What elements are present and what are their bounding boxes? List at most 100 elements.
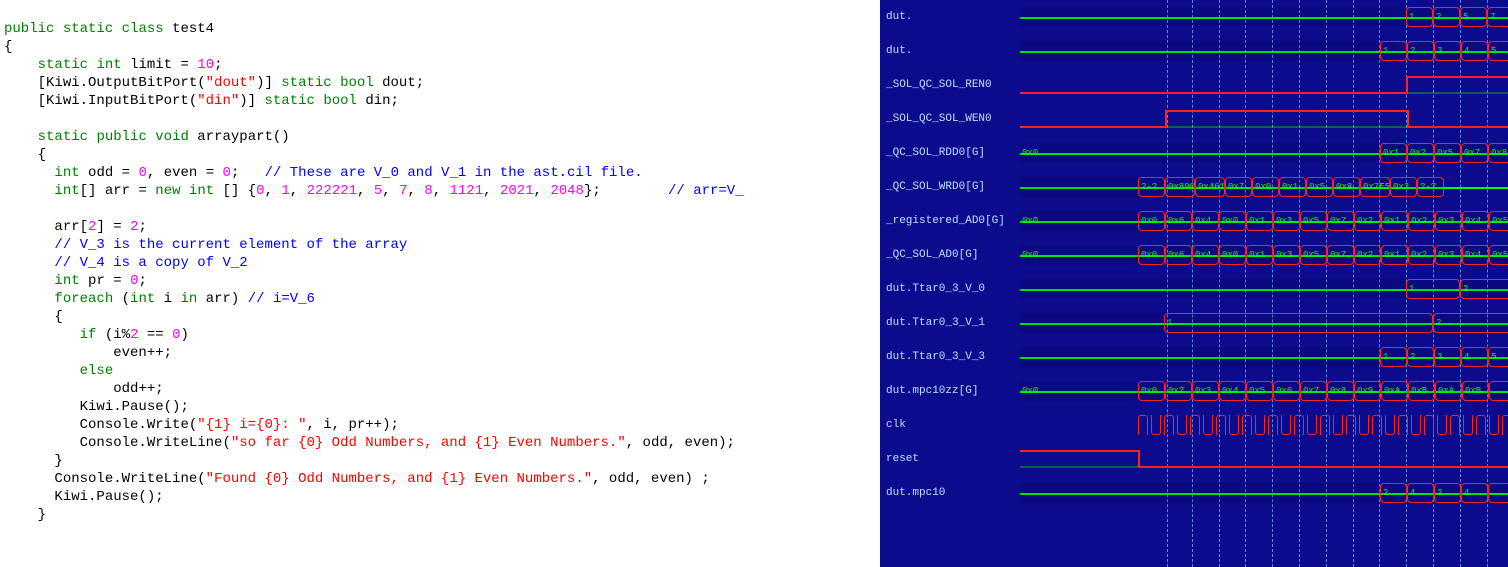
- id: dout: [382, 75, 416, 91]
- wave-row[interactable]: dut.mpc10zz[G]0x00x00x20x30x40x50x60x70x…: [880, 374, 1508, 408]
- wave-row[interactable]: _QC_SOL_AD0[G]0x00x00x60x40x00x10x30x50x…: [880, 238, 1508, 272]
- id: odd: [113, 381, 138, 397]
- signal-edge: [1406, 76, 1408, 94]
- br: []: [80, 183, 97, 199]
- signal-label[interactable]: clk: [880, 419, 1020, 431]
- bus-value: 5: [1460, 7, 1487, 27]
- waveform-viewer[interactable]: dut.12578112120212048dut.123456789_SOL_Q…: [880, 0, 1508, 567]
- op: ++;: [147, 345, 172, 361]
- bus-value: 0x5: [1489, 211, 1508, 231]
- bus-value: 0x2: [1408, 211, 1435, 231]
- wave-area[interactable]: 12345: [1020, 272, 1508, 306]
- wave-area[interactable]: [1020, 68, 1508, 102]
- num: 0: [138, 165, 146, 181]
- wave-area[interactable]: 0x00x00x60x40x00x10x30x50x70x20x10x20x30…: [1020, 238, 1508, 272]
- bus-value: [1020, 177, 1138, 197]
- signal-label[interactable]: dut.mpc10: [880, 487, 1020, 499]
- wave-row[interactable]: dut.mpc1024242428: [880, 476, 1508, 510]
- n: 0: [172, 327, 180, 343]
- signal-level: [1406, 76, 1508, 78]
- call: Console.WriteLine(: [80, 435, 231, 451]
- wave-row[interactable]: _QC_SOL_WRD0[G]?-?0x8000x4610x70x00x10x5…: [880, 170, 1508, 204]
- signal-label[interactable]: _QC_SOL_WRD0[G]: [880, 181, 1020, 193]
- clock-tick: [1502, 415, 1508, 435]
- bus-value: 4: [1461, 483, 1488, 503]
- wave-row[interactable]: dut.Ttar0_3_V_3123456789: [880, 340, 1508, 374]
- bus-value: 2: [1433, 7, 1460, 27]
- signal-label[interactable]: _SOL_QC_SOL_WEN0: [880, 113, 1020, 125]
- signal-label[interactable]: _QC_SOL_AD0[G]: [880, 249, 1020, 261]
- wave-area[interactable]: 12578112120212048: [1020, 0, 1508, 34]
- classname: test4: [172, 21, 214, 37]
- wave-area[interactable]: 0x00x00x60x40x00x10x30x50x70x20x10x20x30…: [1020, 204, 1508, 238]
- bus-value: 0x7: [1327, 211, 1354, 231]
- wave-area[interactable]: 1234: [1020, 306, 1508, 340]
- kw: in: [180, 291, 197, 307]
- bus-value: 0xA: [1435, 381, 1462, 401]
- n: 2: [130, 327, 138, 343]
- wave-area[interactable]: 0x00x00x20x30x40x50x60x70x80x90xA0xB0xA0…: [1020, 374, 1508, 408]
- wave-area[interactable]: 24242428: [1020, 476, 1508, 510]
- clock-tick: [1424, 415, 1434, 435]
- signal-label[interactable]: _SOL_QC_SOL_REN0: [880, 79, 1020, 91]
- bus-value: 0x6: [1165, 211, 1192, 231]
- signal-label[interactable]: _QC_SOL_RDD0[G]: [880, 147, 1020, 159]
- wave-area[interactable]: [1020, 442, 1508, 476]
- clock-tick: [1450, 415, 1460, 435]
- signal-label[interactable]: dut.Ttar0_3_V_3: [880, 351, 1020, 363]
- wave-row[interactable]: _QC_SOL_RDD0[G]0x00x10x20x50x70x80x4610x…: [880, 136, 1508, 170]
- clock-tick: [1203, 415, 1213, 435]
- bus-value: 4: [1461, 347, 1488, 367]
- bus-value: 0x0: [1020, 143, 1380, 163]
- n: 2021: [500, 183, 534, 199]
- wave-row[interactable]: dut.123456789: [880, 34, 1508, 68]
- wave-row[interactable]: dut.12578112120212048: [880, 0, 1508, 34]
- wave-area[interactable]: [1020, 102, 1508, 136]
- signal-label[interactable]: reset: [880, 453, 1020, 465]
- wave-area[interactable]: [1020, 408, 1508, 442]
- wave-row[interactable]: dut.Ttar0_3_V_11234: [880, 306, 1508, 340]
- brace: {: [38, 147, 46, 163]
- bus-value: 0x4: [1192, 211, 1219, 231]
- bus-value: 2: [1407, 41, 1434, 61]
- signal-label[interactable]: dut.Ttar0_3_V_1: [880, 317, 1020, 329]
- bus-value: [1020, 483, 1380, 503]
- id: limit: [130, 57, 172, 73]
- bus-value: 0x5: [1489, 245, 1508, 265]
- wave-row[interactable]: _SOL_QC_SOL_REN0: [880, 68, 1508, 102]
- br: [: [80, 219, 88, 235]
- wave-row[interactable]: clk: [880, 408, 1508, 442]
- bus-value: 0x3: [1192, 381, 1219, 401]
- bus-value: 0x5: [1300, 245, 1327, 265]
- clock-tick: [1177, 415, 1187, 435]
- id: even: [113, 345, 147, 361]
- bus-value: 0x2: [1408, 245, 1435, 265]
- clock-tick: [1138, 415, 1148, 435]
- kw: public: [96, 129, 146, 145]
- signal-label[interactable]: dut.: [880, 45, 1020, 57]
- bus-value: [1020, 41, 1380, 61]
- fn: arraypart: [197, 129, 273, 145]
- signal-label[interactable]: _registered_AD0[G]: [880, 215, 1020, 227]
- wave-area[interactable]: ?-?0x8000x4610x70x00x10x50x80x7E50x2?-?: [1020, 170, 1508, 204]
- clock-tick: [1411, 415, 1421, 435]
- id: i: [164, 291, 172, 307]
- call: Kiwi.Pause();: [80, 399, 189, 415]
- clock-tick: [1320, 415, 1330, 435]
- wave-area[interactable]: 0x00x10x20x50x70x80x4610x7E50x800?-?: [1020, 136, 1508, 170]
- n: 1: [281, 183, 289, 199]
- call: , i, pr++);: [306, 417, 398, 433]
- signal-label[interactable]: dut.Ttar0_3_V_0: [880, 283, 1020, 295]
- wave-area[interactable]: 123456789: [1020, 34, 1508, 68]
- wave-row[interactable]: _SOL_QC_SOL_WEN0: [880, 102, 1508, 136]
- signal-label[interactable]: dut.: [880, 11, 1020, 23]
- wave-row[interactable]: _registered_AD0[G]0x00x00x60x40x00x10x30…: [880, 204, 1508, 238]
- wave-row[interactable]: dut.Ttar0_3_V_012345: [880, 272, 1508, 306]
- sc: ;: [214, 57, 222, 73]
- bus-value: 0x2: [1407, 143, 1434, 163]
- signal-label[interactable]: dut.mpc10zz[G]: [880, 385, 1020, 397]
- wave-row[interactable]: reset: [880, 442, 1508, 476]
- call: Console.WriteLine(: [54, 471, 205, 487]
- wave-area[interactable]: 123456789: [1020, 340, 1508, 374]
- bus-value: 0x0: [1020, 245, 1138, 265]
